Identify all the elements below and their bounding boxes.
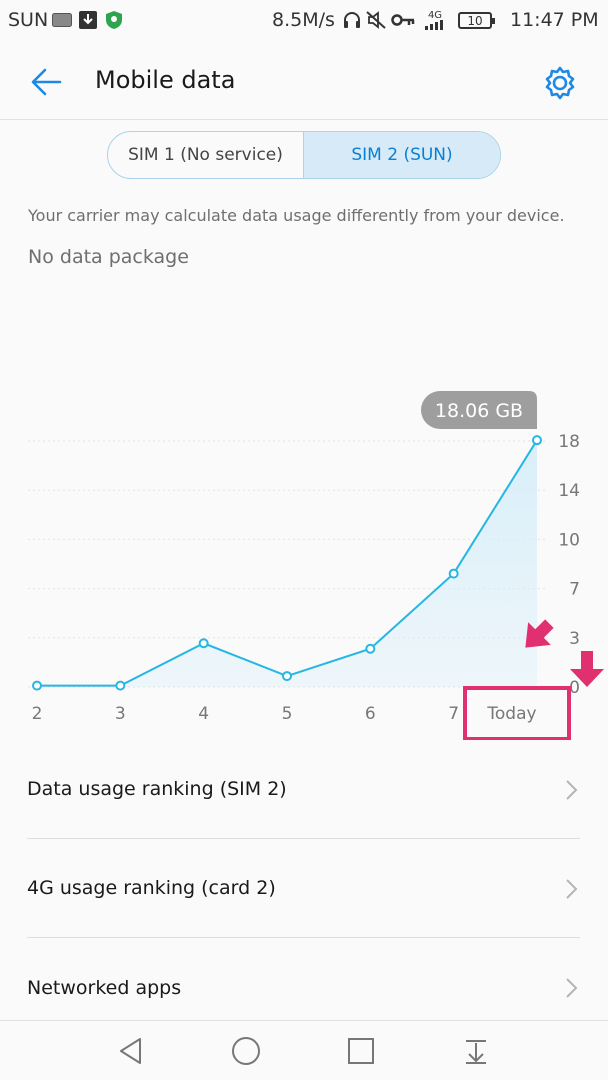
x-tick-label: 5	[282, 704, 293, 724]
back-button[interactable]	[26, 62, 66, 102]
data-usage-chart: 2 3 4 5 6 7 Today 037101418 18.06 GB	[28, 391, 604, 740]
y-tick-label: 3	[569, 629, 580, 649]
sim-selector: SIM 1 (No service) SIM 2 (SUN)	[107, 131, 501, 179]
x-tick-label: 3	[115, 704, 126, 724]
battery-level: 10	[467, 13, 483, 28]
options-list: Data usage ranking (SIM 2) 4G usage rank…	[0, 740, 608, 1037]
data-point	[115, 680, 126, 691]
x-tick-label: Today	[486, 704, 536, 724]
data-point	[282, 671, 292, 682]
circle-home-icon	[232, 1037, 260, 1065]
list-item-4g-usage-ranking[interactable]: 4G usage ranking (card 2)	[27, 839, 580, 938]
carrier-note: Your carrier may calculate data usage di…	[28, 206, 565, 225]
carrier-name: SUN	[8, 9, 49, 31]
list-item-label: Data usage ranking (SIM 2)	[27, 778, 287, 800]
y-tick-label: 14	[558, 481, 580, 501]
list-item-data-usage-ranking[interactable]: Data usage ranking (SIM 2)	[27, 740, 580, 839]
tab-sim-1[interactable]: SIM 1 (No service)	[108, 132, 304, 178]
sim-card-icon	[52, 10, 72, 30]
list-item-label: 4G usage ranking (card 2)	[27, 877, 276, 899]
y-tick-label: 7	[569, 580, 580, 600]
nav-notifications-button[interactable]	[460, 1035, 492, 1067]
y-tick-label: 18	[558, 432, 580, 452]
nav-home-button[interactable]	[230, 1035, 262, 1067]
vpn-key-icon	[390, 10, 416, 30]
chevron-right-icon	[566, 879, 578, 899]
battery-icon: 10	[458, 12, 495, 29]
x-tick-label: 4	[198, 704, 209, 724]
nav-recents-button[interactable]	[345, 1035, 377, 1067]
headset-icon	[342, 10, 362, 30]
data-point	[532, 435, 542, 446]
app-bar: Mobile data	[0, 42, 608, 120]
pull-down-icon	[466, 1040, 486, 1064]
usage-tooltip: 18.06 GB	[421, 391, 537, 429]
chevron-right-icon	[566, 780, 578, 800]
data-point	[198, 638, 209, 649]
nav-back-button[interactable]	[116, 1035, 148, 1067]
x-tick-label: 6	[365, 704, 376, 724]
list-item-label: Networked apps	[27, 976, 182, 999]
chevron-right-icon	[566, 978, 578, 998]
back-arrow-icon	[31, 68, 62, 96]
clock: 11:47 PM	[510, 9, 599, 31]
mute-icon	[366, 10, 386, 30]
network-speed: 8.5M/s	[272, 9, 335, 31]
data-point	[448, 568, 459, 579]
vpn-shield-icon	[104, 10, 124, 30]
square-recents-icon	[348, 1038, 374, 1064]
triangle-back-icon	[120, 1038, 141, 1064]
gear-icon	[545, 66, 575, 100]
data-point	[32, 680, 42, 691]
settings-button[interactable]	[541, 64, 579, 102]
tab-sim-2[interactable]: SIM 2 (SUN)	[304, 132, 500, 178]
status-bar: SUN 8.5M/s 4G 10 11:47 PM	[0, 0, 608, 42]
usage-area	[37, 440, 537, 687]
signal-icon: 4G	[420, 10, 450, 30]
x-tick-label: 2	[32, 704, 43, 724]
data-package-status: No data package	[28, 246, 189, 268]
y-tick-label: 10	[558, 530, 580, 550]
data-point	[365, 643, 376, 654]
x-tick-label: 7	[448, 704, 459, 724]
page-title: Mobile data	[95, 66, 236, 94]
download-icon	[78, 10, 98, 30]
navigation-bar	[0, 1020, 608, 1080]
network-type: 4G	[427, 9, 443, 21]
usage-tooltip-label: 18.06 GB	[435, 400, 523, 422]
